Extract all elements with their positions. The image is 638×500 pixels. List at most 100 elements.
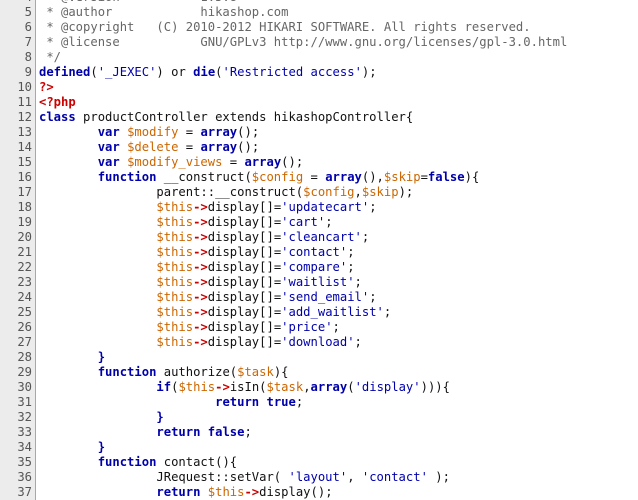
code-line[interactable]: 37 return $this->display(); xyxy=(0,485,638,500)
code-line[interactable]: 11 <?php xyxy=(0,95,638,110)
line-content: var $delete = array(); xyxy=(36,140,259,155)
code-token: var xyxy=(97,155,120,169)
code-line[interactable]: 7 * @license GNU/GPLv3 http://www.gnu.or… xyxy=(0,35,638,50)
code-line[interactable]: 25 $this->display[]='add_waitlist'; xyxy=(0,305,638,320)
code-token: (); xyxy=(237,140,260,154)
code-token: display xyxy=(259,485,311,499)
code-token: } xyxy=(156,410,164,424)
code-token: $this xyxy=(156,305,194,319)
code-token: 'compare' xyxy=(281,260,348,274)
code-token: return xyxy=(156,485,201,499)
code-token: , xyxy=(354,185,362,199)
code-token: display xyxy=(207,290,260,304)
code-line[interactable]: 30 if($this->isIn($task,array('display')… xyxy=(0,380,638,395)
code-token: -> xyxy=(193,200,208,214)
code-line[interactable]: 15 var $modify_views = array(); xyxy=(0,155,638,170)
code-line[interactable]: 32 } xyxy=(0,410,638,425)
code-token: __construct( xyxy=(156,170,252,184)
code-token: = xyxy=(420,170,428,184)
line-number: 31 xyxy=(0,395,36,410)
code-line[interactable]: 26 $this->display[]='price'; xyxy=(0,320,638,335)
code-line[interactable]: 24 $this->display[]='send_email'; xyxy=(0,290,638,305)
code-line[interactable]: 31 return true; xyxy=(0,395,638,410)
code-line[interactable]: 21 $this->display[]='contact'; xyxy=(0,245,638,260)
code-token: ; xyxy=(369,200,377,214)
code-token: $this xyxy=(156,335,194,349)
line-number: 21 xyxy=(0,245,36,260)
code-token: display xyxy=(207,230,260,244)
code-token: '_JEXEC' xyxy=(97,65,157,79)
code-token: 'cart' xyxy=(281,215,326,229)
code-line[interactable]: 34 } xyxy=(0,440,638,455)
line-content: $this->display[]='compare'; xyxy=(36,260,354,275)
code-token: productController extends hikashopContro… xyxy=(75,110,406,124)
code-line[interactable]: 12 class productController extends hikash… xyxy=(0,110,638,125)
code-token: ( xyxy=(215,65,223,79)
code-token: ; xyxy=(347,245,355,259)
code-line[interactable]: 29 function authorize($task){ xyxy=(0,365,638,380)
code-line[interactable]: 19 $this->display[]='cart'; xyxy=(0,215,638,230)
code-line[interactable]: 17 parent::__construct($config,$skip); xyxy=(0,185,638,200)
code-token: 'contact' xyxy=(281,245,348,259)
code-line[interactable]: 8 */ xyxy=(0,50,638,65)
line-number: 22 xyxy=(0,260,36,275)
line-content: $this->display[]='send_email'; xyxy=(36,290,376,305)
code-token: , xyxy=(347,470,362,484)
line-content: * @author hikashop.com xyxy=(36,5,288,20)
line-content: if($this->isIn($task,array('display'))){ xyxy=(36,380,450,395)
code-line[interactable]: 10 ?> xyxy=(0,80,638,95)
code-line[interactable]: 23 $this->display[]='waitlist'; xyxy=(0,275,638,290)
code-token: = xyxy=(303,170,326,184)
code-line[interactable]: 9 defined('_JEXEC') or die('Restricted ac… xyxy=(0,65,638,80)
line-content: $this->display[]='add_waitlist'; xyxy=(36,305,391,320)
code-token: ?> xyxy=(39,80,54,94)
code-token: var xyxy=(97,125,120,139)
code-line[interactable]: 33 return false; xyxy=(0,425,638,440)
code-token: ))){ xyxy=(420,380,450,394)
code-token: $this xyxy=(207,485,245,499)
code-line[interactable]: 18 $this->display[]='updatecart'; xyxy=(0,200,638,215)
line-content: * @license GNU/GPLv3 http://www.gnu.org/… xyxy=(36,35,567,50)
line-number: 7 xyxy=(0,35,36,50)
code-token: -> xyxy=(193,245,208,259)
code-line[interactable]: 35 function contact(){ xyxy=(0,455,638,470)
code-token: []= xyxy=(259,245,282,259)
line-content: } xyxy=(36,410,164,425)
code-token: []= xyxy=(259,200,282,214)
code-line[interactable]: 6 * @copyright (C) 2010-2012 HIKARI SOFT… xyxy=(0,20,638,35)
code-token: $this xyxy=(156,245,194,259)
line-number: 23 xyxy=(0,275,36,290)
code-token: $this xyxy=(156,215,194,229)
code-line[interactable]: 14 var $delete = array(); xyxy=(0,140,638,155)
code-line[interactable]: 5 * @author hikashop.com xyxy=(0,5,638,20)
line-content: JRequest::setVar( 'layout', 'contact' ); xyxy=(36,470,450,485)
code-line[interactable]: 27 $this->display[]='download'; xyxy=(0,335,638,350)
line-content: function contact(){ xyxy=(36,455,237,470)
line-content: var $modify_views = array(); xyxy=(36,155,303,170)
code-token: $delete xyxy=(127,140,179,154)
code-line[interactable]: 36 JRequest::setVar( 'layout', 'contact'… xyxy=(0,470,638,485)
code-line[interactable]: 22 $this->display[]='compare'; xyxy=(0,260,638,275)
code-token: contact xyxy=(156,455,216,469)
code-token: $this xyxy=(156,290,194,304)
code-line[interactable]: 16 function __construct($config = array(… xyxy=(0,170,638,185)
code-token: class xyxy=(39,110,76,124)
line-content: $this->display[]='cart'; xyxy=(36,215,332,230)
code-token: $config xyxy=(251,170,304,184)
code-line[interactable]: 13 var $modify = array(); xyxy=(0,125,638,140)
line-content: function authorize($task){ xyxy=(36,365,289,380)
code-editor[interactable]: 4 * @version 1.5.85 * @author hikashop.c… xyxy=(0,0,638,500)
code-token: $config xyxy=(303,185,355,199)
code-line[interactable]: 28 } xyxy=(0,350,638,365)
code-line[interactable]: 20 $this->display[]='cleancart'; xyxy=(0,230,638,245)
code-token: * @license GNU/GPLv3 http://www.gnu.org/… xyxy=(39,35,568,49)
